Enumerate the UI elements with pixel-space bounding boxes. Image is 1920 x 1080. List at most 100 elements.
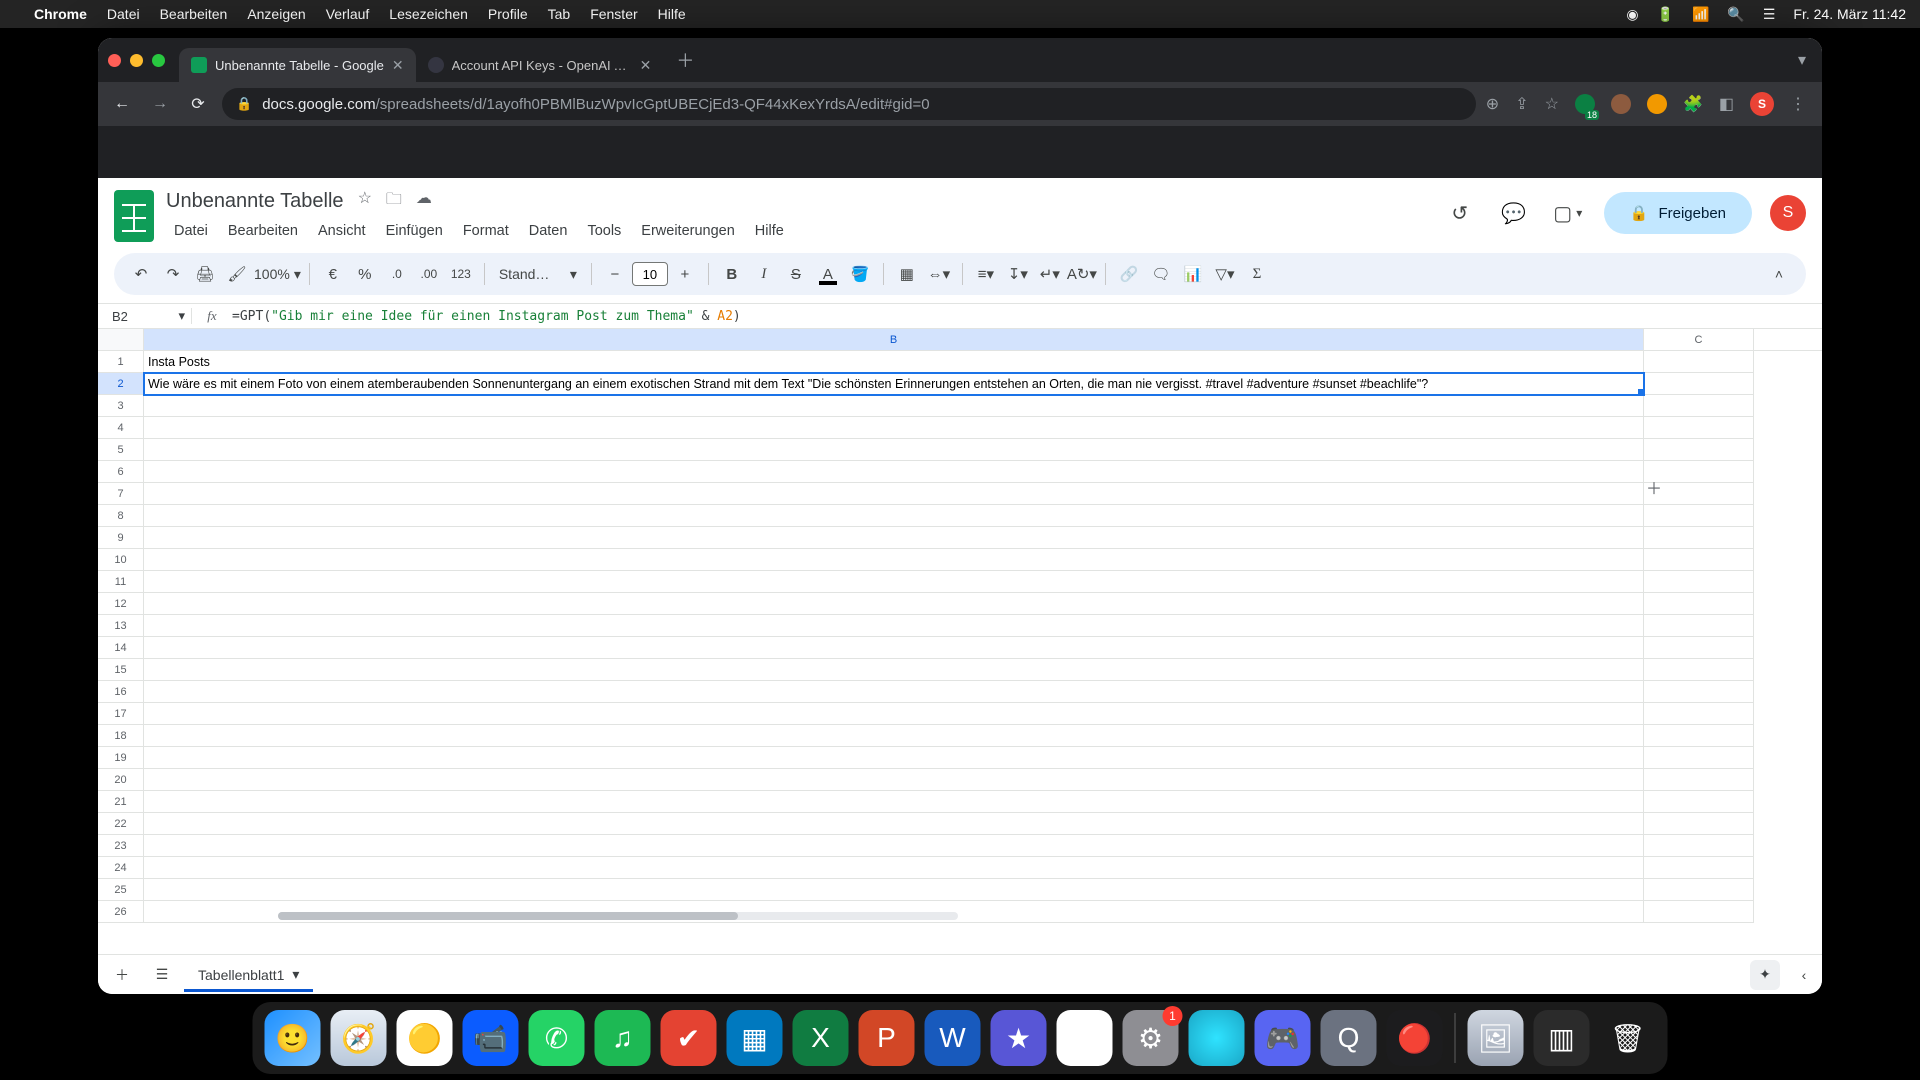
- comments-icon[interactable]: 💬: [1496, 195, 1532, 231]
- dock-app-preview[interactable]: 🖼: [1468, 1010, 1524, 1066]
- row-header[interactable]: 14: [98, 637, 144, 659]
- cell[interactable]: Wie wäre es mit einem Foto von einem ate…: [144, 373, 1644, 395]
- cell[interactable]: [144, 483, 1644, 505]
- text-rotation-button[interactable]: A↻▾: [1067, 259, 1097, 289]
- menubar-app-name[interactable]: Chrome: [34, 6, 87, 22]
- nav-reload-button[interactable]: ⟳: [184, 90, 212, 118]
- last-edit-icon[interactable]: ↺: [1442, 195, 1478, 231]
- row-header[interactable]: 13: [98, 615, 144, 637]
- cell[interactable]: [1644, 813, 1754, 835]
- browser-tab-active[interactable]: Unbenannte Tabelle - Google ✕: [179, 48, 416, 82]
- cell[interactable]: [144, 791, 1644, 813]
- text-wrap-button[interactable]: ↵▾: [1035, 259, 1065, 289]
- redo-button[interactable]: ↷: [158, 259, 188, 289]
- dock-app-whatsapp[interactable]: ✆: [529, 1010, 585, 1066]
- menu-item[interactable]: Bearbeiten: [220, 219, 306, 243]
- cell[interactable]: [1644, 417, 1754, 439]
- menubar-item[interactable]: Lesezeichen: [389, 6, 468, 22]
- cell[interactable]: [1644, 439, 1754, 461]
- spreadsheet-grid[interactable]: B C 1Insta Posts2Wie wäre es mit einem F…: [98, 329, 1822, 954]
- dock-app-todoist[interactable]: ✔: [661, 1010, 717, 1066]
- font-size-decrease-button[interactable]: −: [600, 259, 630, 289]
- dock-app-safari[interactable]: 🧭: [331, 1010, 387, 1066]
- italic-button[interactable]: I: [749, 259, 779, 289]
- currency-button[interactable]: €: [318, 259, 348, 289]
- cell[interactable]: [144, 637, 1644, 659]
- zoom-icon[interactable]: ⊕: [1486, 94, 1499, 114]
- menubar-item[interactable]: Profile: [488, 6, 528, 22]
- side-panel-toggle[interactable]: ‹: [1792, 967, 1816, 983]
- select-all-corner[interactable]: [98, 329, 144, 350]
- menubar-clock[interactable]: Fr. 24. März 11:42: [1793, 6, 1906, 22]
- nav-back-button[interactable]: ←: [108, 90, 136, 118]
- account-avatar[interactable]: S: [1770, 195, 1806, 231]
- chrome-profile-avatar[interactable]: S: [1750, 92, 1774, 116]
- cell[interactable]: [1644, 681, 1754, 703]
- insert-comment-button[interactable]: 🗨: [1146, 259, 1176, 289]
- cell[interactable]: [1644, 901, 1754, 923]
- chrome-menu-icon[interactable]: ⋮: [1790, 94, 1806, 114]
- menu-item[interactable]: Tools: [579, 219, 629, 243]
- star-doc-icon[interactable]: ☆: [358, 188, 372, 215]
- cell[interactable]: [1644, 747, 1754, 769]
- extensions-puzzle-icon[interactable]: 🧩: [1683, 94, 1703, 114]
- row-header[interactable]: 20: [98, 769, 144, 791]
- row-header[interactable]: 10: [98, 549, 144, 571]
- cell[interactable]: [144, 725, 1644, 747]
- menu-item[interactable]: Erweiterungen: [633, 219, 743, 243]
- sheet-tab-active[interactable]: Tabellenblatt1 ▾: [184, 958, 313, 992]
- menu-item[interactable]: Daten: [521, 219, 576, 243]
- name-box[interactable]: B2 ▾: [106, 308, 192, 324]
- extension-icon[interactable]: 18: [1575, 94, 1595, 114]
- row-header[interactable]: 7: [98, 483, 144, 505]
- bookmark-star-icon[interactable]: ☆: [1545, 94, 1559, 114]
- dock-app-excel[interactable]: X: [793, 1010, 849, 1066]
- cell[interactable]: [1644, 835, 1754, 857]
- cell[interactable]: [1644, 527, 1754, 549]
- menubar-item[interactable]: Hilfe: [658, 6, 686, 22]
- battery-icon[interactable]: 🔋: [1657, 6, 1674, 23]
- menu-item[interactable]: Format: [455, 219, 517, 243]
- row-header[interactable]: 8: [98, 505, 144, 527]
- borders-button[interactable]: ▦: [892, 259, 922, 289]
- vertical-align-button[interactable]: ↧▾: [1003, 259, 1033, 289]
- cell[interactable]: [1644, 351, 1754, 373]
- dock-app-powerpoint[interactable]: P: [859, 1010, 915, 1066]
- cell[interactable]: [144, 681, 1644, 703]
- cell[interactable]: [1644, 593, 1754, 615]
- text-color-button[interactable]: A: [813, 259, 843, 289]
- menubar-item[interactable]: Anzeigen: [247, 6, 305, 22]
- cell[interactable]: [144, 615, 1644, 637]
- dock-app-finder[interactable]: 🙂: [265, 1010, 321, 1066]
- print-button[interactable]: 🖨: [190, 259, 220, 289]
- row-header[interactable]: 6: [98, 461, 144, 483]
- bold-button[interactable]: B: [717, 259, 747, 289]
- window-minimize-button[interactable]: [130, 54, 143, 67]
- window-close-button[interactable]: [108, 54, 121, 67]
- cell[interactable]: [144, 769, 1644, 791]
- row-header[interactable]: 11: [98, 571, 144, 593]
- font-size-increase-button[interactable]: +: [670, 259, 700, 289]
- fill-color-button[interactable]: 🪣: [845, 259, 875, 289]
- filter-button[interactable]: ▽▾: [1210, 259, 1240, 289]
- move-doc-icon[interactable]: 🗀: [386, 188, 402, 215]
- meet-button[interactable]: ▢▾: [1550, 195, 1586, 231]
- paint-format-button[interactable]: 🖌: [222, 259, 252, 289]
- cell[interactable]: [1644, 703, 1754, 725]
- cell[interactable]: [144, 395, 1644, 417]
- cell[interactable]: [1644, 769, 1754, 791]
- dock-app-trash[interactable]: 🗑: [1600, 1010, 1656, 1066]
- dock-app-zoom[interactable]: 📹: [463, 1010, 519, 1066]
- dock-app-imovie[interactable]: ★: [991, 1010, 1047, 1066]
- cell[interactable]: [1644, 373, 1754, 395]
- menu-item[interactable]: Einfügen: [378, 219, 451, 243]
- dock-app-quicktime[interactable]: Q: [1321, 1010, 1377, 1066]
- more-formats-button[interactable]: 123: [446, 259, 476, 289]
- chevron-down-icon[interactable]: ▾: [292, 966, 299, 983]
- nav-forward-button[interactable]: →: [146, 90, 174, 118]
- increase-decimal-button[interactable]: .00: [414, 259, 444, 289]
- screen-record-icon[interactable]: ◉: [1626, 6, 1638, 23]
- cell[interactable]: [144, 813, 1644, 835]
- cloud-status-icon[interactable]: ☁: [416, 188, 432, 215]
- extension-icon[interactable]: [1611, 94, 1631, 114]
